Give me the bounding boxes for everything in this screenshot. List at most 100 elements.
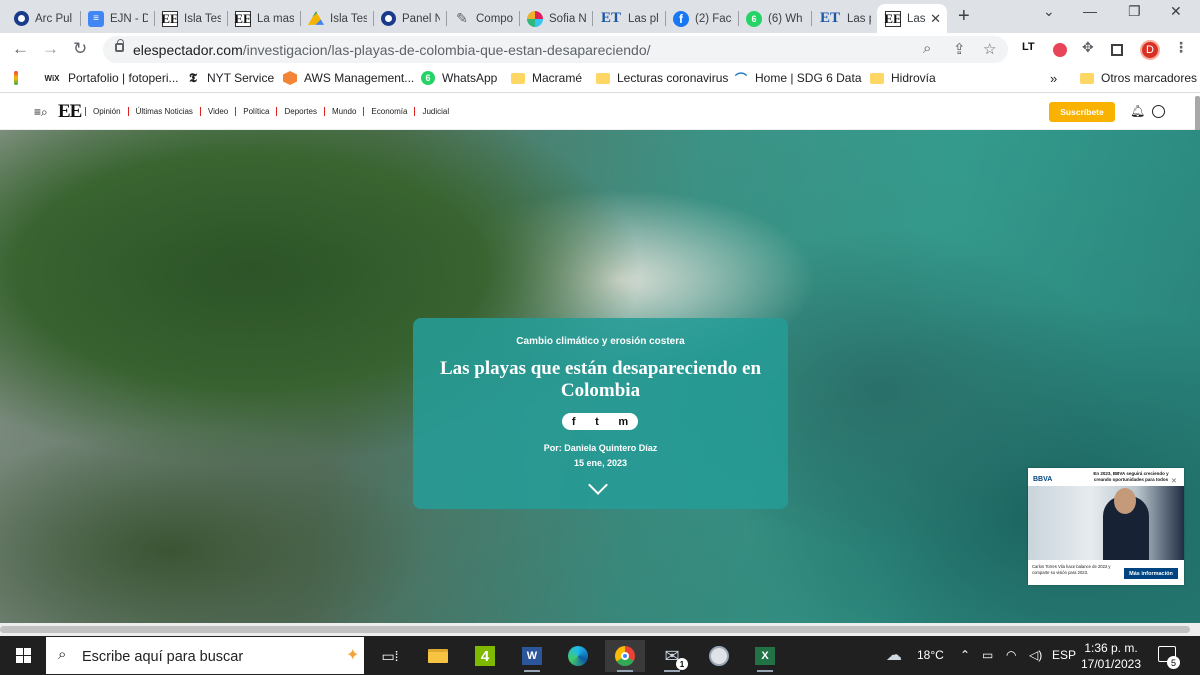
- menu-search-icon[interactable]: ≡⌕: [34, 105, 48, 120]
- nav-mundo[interactable]: Mundo: [323, 107, 363, 116]
- article-byline[interactable]: Por: Daniela Quintero Díaz: [413, 443, 788, 453]
- puzzle-extensions-icon[interactable]: ✥: [1082, 39, 1094, 56]
- lt-extension-icon[interactable]: LT: [1022, 41, 1035, 53]
- windows-start-icon[interactable]: [16, 648, 31, 663]
- tab-0[interactable]: Arc Pul: [6, 4, 80, 33]
- tab-title: La mas: [257, 12, 294, 25]
- task-view-icon[interactable]: ▭⁞: [370, 640, 410, 672]
- wifi-icon[interactable]: ◠: [1006, 648, 1016, 662]
- bookmark-label: Portafolio | fotoperi...: [68, 71, 179, 85]
- ad-more-info-button[interactable]: Más información: [1124, 568, 1178, 579]
- tab-title: Compo: [476, 12, 513, 25]
- nav-judicial[interactable]: Judicial: [414, 107, 456, 116]
- tab-5[interactable]: Panel N: [373, 4, 446, 33]
- subscribe-button[interactable]: Suscríbete: [1049, 102, 1115, 122]
- vertical-scrollbar[interactable]: [1195, 96, 1200, 132]
- notification-bell-icon[interactable]: 🔔︎: [1130, 104, 1145, 118]
- tab-strip: Arc Pul ≡ EJN - D EE Isla Tes EE La mas Isl…: [0, 0, 1200, 33]
- tab-7[interactable]: Sofia N: [519, 4, 592, 33]
- clock-app-icon[interactable]: [699, 640, 739, 672]
- nav-deportes[interactable]: Deportes: [276, 107, 323, 116]
- reload-icon[interactable]: ↻: [73, 39, 87, 59]
- address-bar[interactable]: elespectador.com/investigacion/las-playa…: [103, 36, 1008, 63]
- clock-time: 1:36 p. m.: [1084, 641, 1138, 655]
- close-window-button[interactable]: ✕: [1170, 3, 1182, 20]
- mail-icon[interactable]: ✉ 1: [652, 640, 692, 672]
- taskbar-search-box[interactable]: ⌕ Escribe aquí para buscar ✦: [46, 637, 364, 674]
- tab-title: Panel N: [402, 12, 440, 25]
- weather-temperature[interactable]: 18°C: [917, 648, 944, 662]
- other-bookmarks[interactable]: Otros marcadores: [1080, 71, 1197, 85]
- chevron-up-icon[interactable]: ⌃: [960, 648, 970, 662]
- tab-9[interactable]: f (2) Face: [665, 4, 738, 33]
- bookmark-apps[interactable]: [14, 71, 25, 85]
- extension-icon[interactable]: [1053, 43, 1067, 57]
- nav-video[interactable]: Video: [199, 107, 235, 116]
- more-menu-icon[interactable]: ⋮: [1174, 39, 1188, 56]
- bookmark-label: NYT Service: [207, 71, 275, 85]
- tab-3[interactable]: EE La mas: [227, 4, 300, 33]
- facebook-share-icon[interactable]: f: [572, 416, 576, 428]
- new-tab-button[interactable]: +: [958, 5, 970, 28]
- nav-economia[interactable]: Economía: [363, 107, 414, 116]
- nav-politica[interactable]: Política: [235, 107, 276, 116]
- volume-icon[interactable]: ◁): [1029, 648, 1042, 662]
- app-4-icon[interactable]: 4: [465, 640, 505, 672]
- profile-avatar[interactable]: D: [1140, 40, 1160, 60]
- forward-arrow-icon[interactable]: →: [42, 39, 59, 59]
- tab-6[interactable]: ✎ Compo: [446, 4, 519, 33]
- bookmarks-overflow-button[interactable]: »: [1050, 71, 1057, 86]
- tab-10[interactable]: 6 (6) Wh: [738, 4, 811, 33]
- close-tab-icon[interactable]: ✕: [926, 11, 941, 27]
- ad-close-icon[interactable]: ✕: [1171, 477, 1177, 485]
- ad-headline: En 2023, BBVA seguirá creciendo y creand…: [1093, 471, 1169, 482]
- section-nav: Opinión Últimas Noticias Video Política …: [85, 107, 456, 116]
- bookmark-folder-lecturas[interactable]: Lecturas coronavirus: [596, 71, 728, 85]
- other-bookmarks-label: Otros marcadores: [1101, 71, 1198, 85]
- system-clock[interactable]: 1:36 p. m. 17/01/2023: [1076, 640, 1146, 672]
- restore-button[interactable]: ❐: [1128, 3, 1141, 20]
- tab-title: (2) Face: [695, 12, 732, 25]
- edge-icon[interactable]: [558, 640, 598, 672]
- user-account-icon[interactable]: [1152, 105, 1165, 118]
- bookmark-aws[interactable]: AWS Management...: [283, 71, 414, 85]
- url-text[interactable]: elespectador.com/investigacion/las-playa…: [133, 42, 651, 58]
- nav-ultimas-noticias[interactable]: Últimas Noticias: [127, 107, 200, 116]
- bookmark-sdg6[interactable]: ⌒ Home | SDG 6 Data: [734, 71, 862, 86]
- share-icon[interactable]: ⇪: [953, 40, 966, 58]
- horizontal-scrollbar[interactable]: [0, 623, 1200, 636]
- chrome-icon[interactable]: [605, 640, 645, 672]
- bookmark-nyt[interactable]: 𝕿 NYT Service: [186, 70, 275, 85]
- tab-title: Las pla: [847, 12, 871, 25]
- search-placeholder: Escribe aquí para buscar: [82, 649, 244, 665]
- word-icon[interactable]: W: [512, 640, 552, 672]
- zoom-search-icon[interactable]: ⌕: [923, 40, 931, 57]
- back-arrow-icon[interactable]: ←: [12, 39, 29, 59]
- bookmark-whatsapp[interactable]: 6 WhatsApp: [421, 71, 497, 85]
- bbva-ad[interactable]: BBVA En 2023, BBVA seguirá creciendo y c…: [1028, 468, 1184, 585]
- bookmark-star-icon[interactable]: ☆: [983, 40, 996, 58]
- side-panel-icon[interactable]: [1111, 44, 1123, 56]
- bookmark-wix[interactable]: WiX Portafolio | fotoperi...: [43, 71, 179, 85]
- language-indicator[interactable]: ESP: [1052, 648, 1076, 662]
- tab-8[interactable]: ET Las pla: [592, 4, 665, 33]
- tab-11[interactable]: ET Las pla: [811, 4, 877, 33]
- tab-4[interactable]: Isla Tes: [300, 4, 373, 33]
- minimize-button[interactable]: —: [1083, 3, 1097, 19]
- weather-cloud-icon[interactable]: ☁: [886, 645, 902, 665]
- tab-1[interactable]: ≡ EJN - D: [80, 4, 154, 33]
- bookmark-folder-macrame[interactable]: Macramé: [511, 71, 582, 85]
- chevron-down-icon[interactable]: [588, 475, 608, 495]
- tab-search-icon[interactable]: ⌄: [1043, 3, 1055, 20]
- el-espectador-logo[interactable]: EE: [58, 101, 82, 123]
- nav-opinion[interactable]: Opinión: [85, 107, 128, 116]
- battery-icon[interactable]: ▭: [982, 648, 993, 662]
- search-highlight-icon: ✦: [346, 647, 360, 664]
- email-share-icon[interactable]: m: [618, 416, 628, 428]
- excel-icon[interactable]: X: [745, 640, 785, 672]
- file-explorer-icon[interactable]: [418, 640, 458, 672]
- tab-12-active[interactable]: EE Las ✕: [877, 4, 947, 33]
- twitter-share-icon[interactable]: t: [595, 416, 599, 428]
- tab-2[interactable]: EE Isla Tes: [154, 4, 227, 33]
- bookmark-folder-hidrovia[interactable]: Hidrovía: [870, 71, 936, 85]
